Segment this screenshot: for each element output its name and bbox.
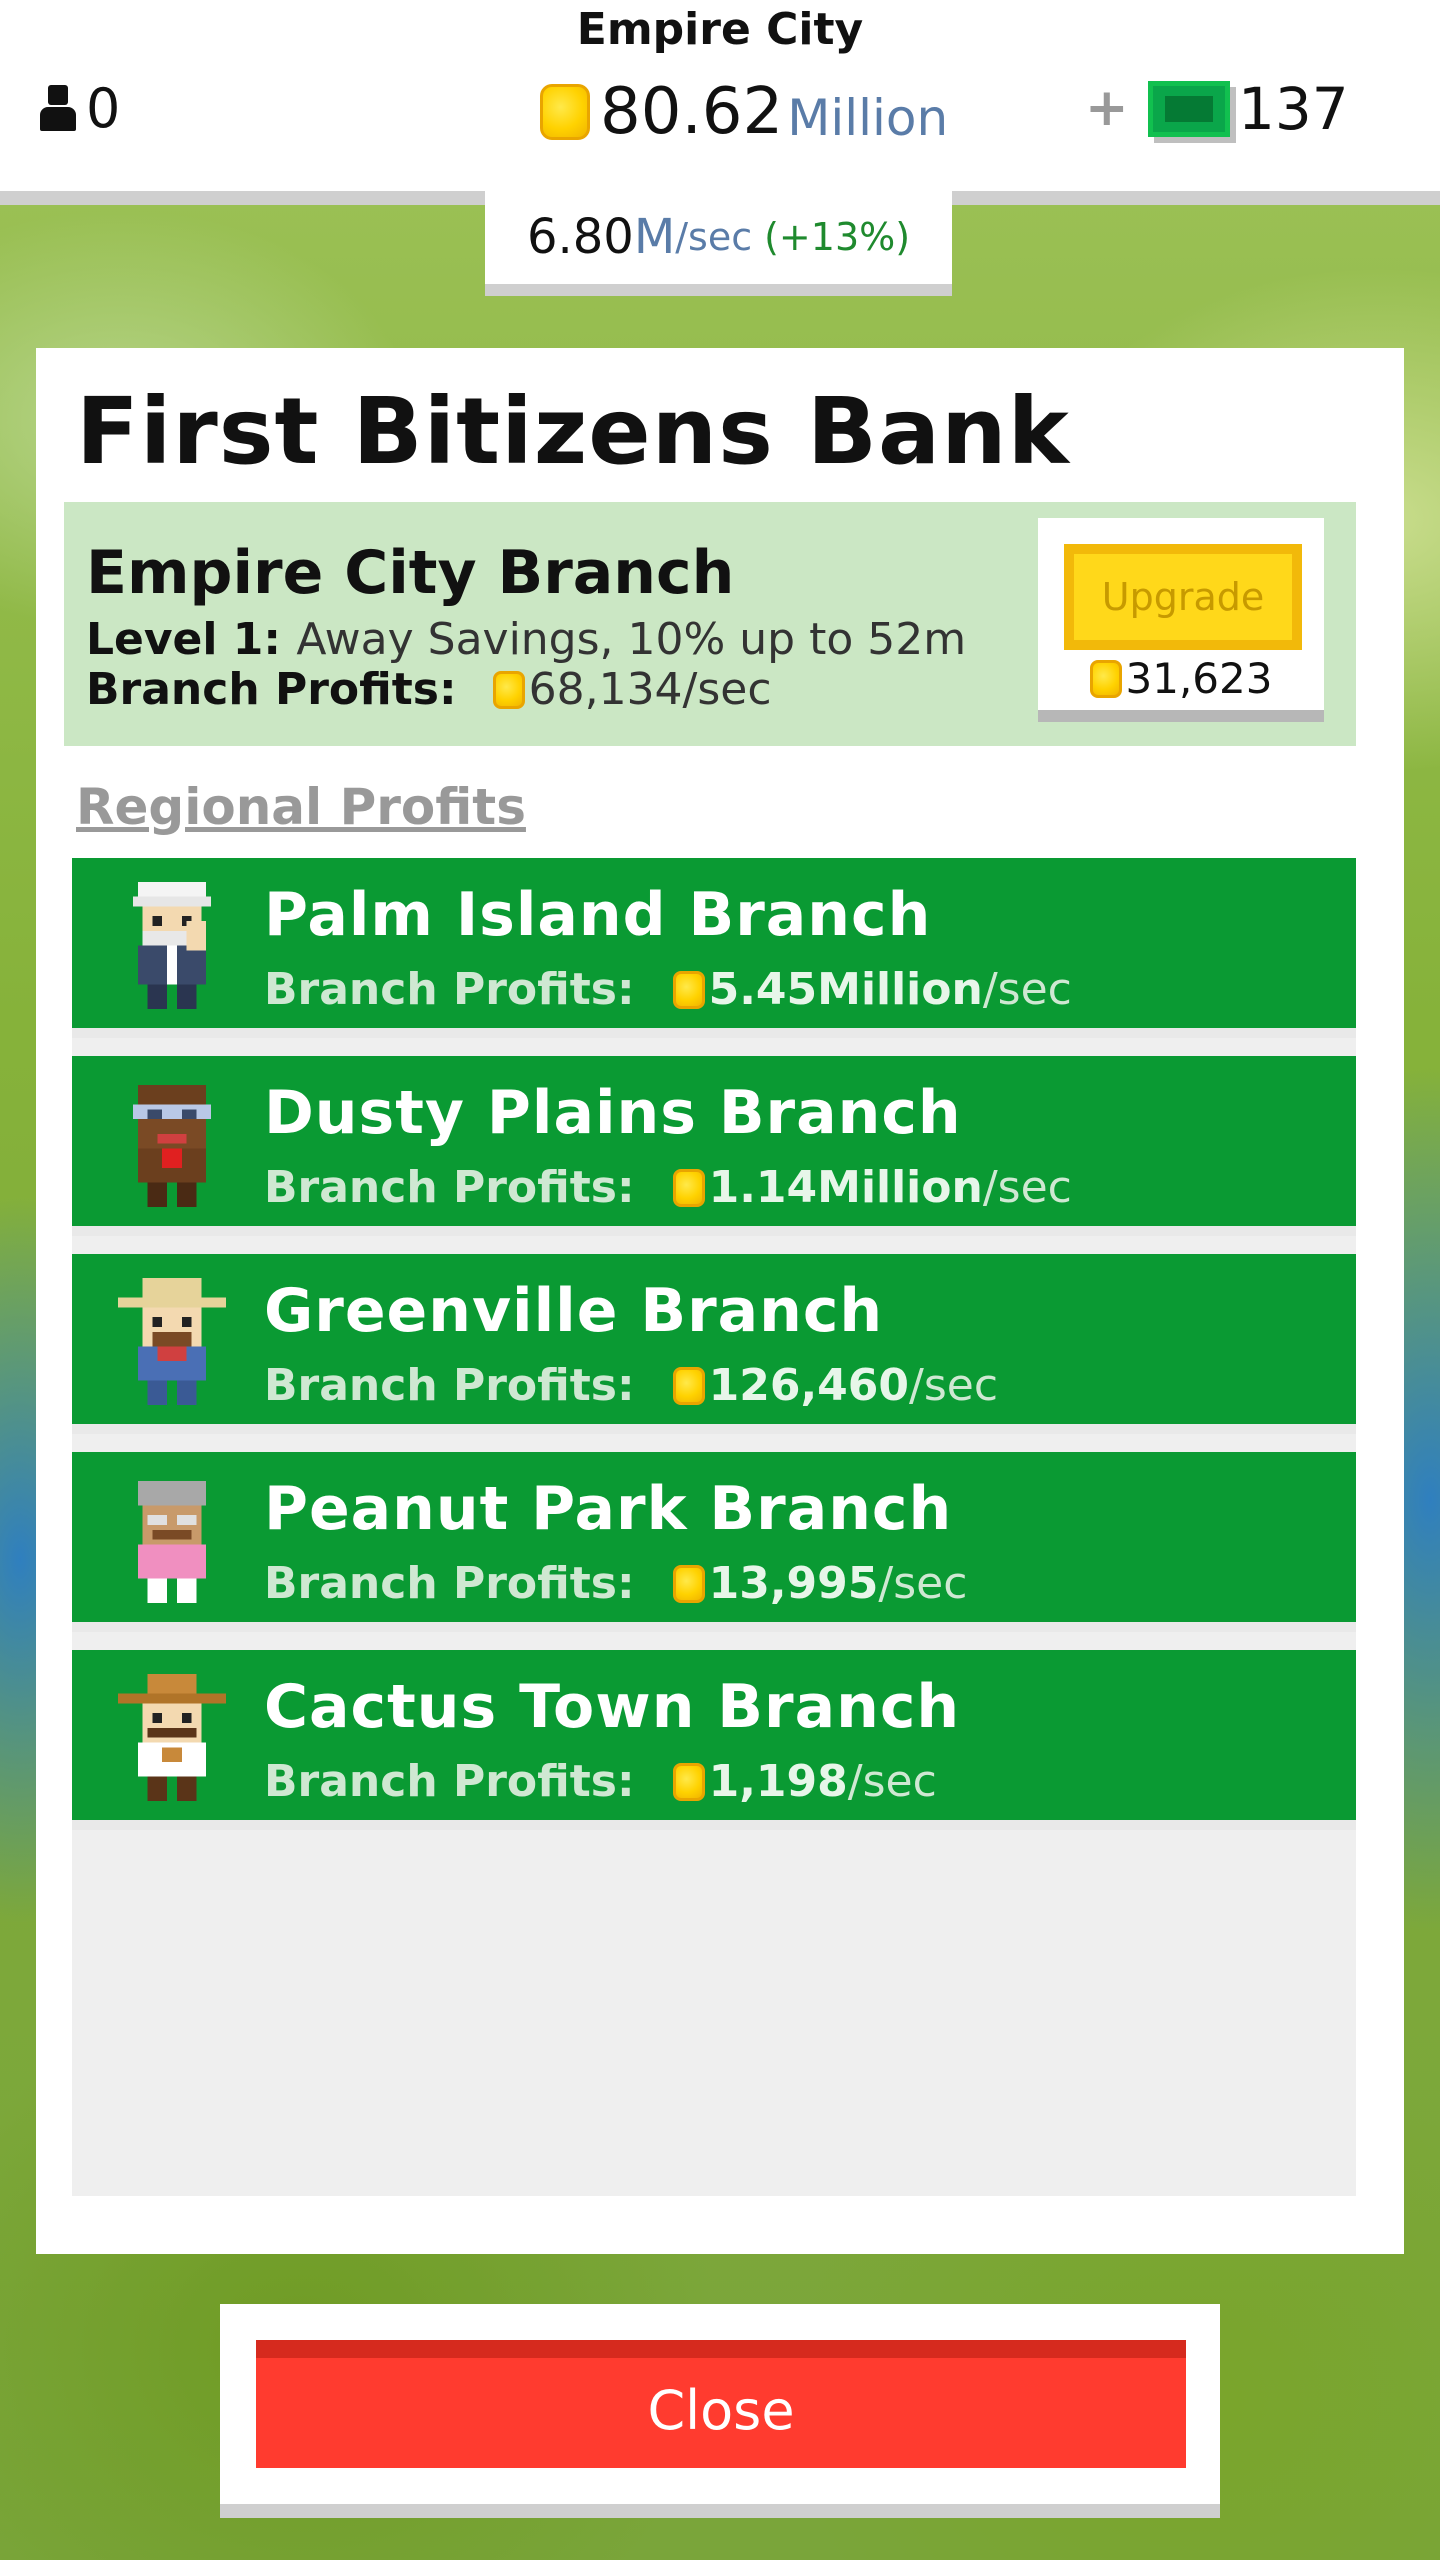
- region-name: Dusty Plains Branch: [264, 1078, 962, 1148]
- coin-icon: [672, 1366, 705, 1405]
- rate-per: /sec: [675, 215, 753, 259]
- region-profits-unit: /sec: [982, 964, 1072, 1015]
- farmer-avatar-icon: [118, 1278, 226, 1406]
- rate-bonus: (+13%): [764, 215, 911, 259]
- region-profits-amount: 5.45Million /sec: [672, 964, 1072, 1015]
- region-profits-value: 13,995: [708, 1558, 879, 1609]
- region-profits-label: Branch Profits:: [264, 1558, 635, 1609]
- region-profits: Branch Profits: 13,995 /sec: [264, 1558, 967, 1609]
- region-profits-unit: /sec: [847, 1756, 937, 1807]
- money-unit: Million: [787, 89, 949, 147]
- region-row-dusty-plains[interactable]: Dusty Plains Branch Branch Profits: 1.14…: [72, 1056, 1356, 1236]
- upgrade-box: Upgrade 31,623: [1038, 518, 1324, 722]
- upgrade-button[interactable]: Upgrade: [1064, 544, 1302, 650]
- bux-icon: [1148, 81, 1230, 137]
- regional-profits-link[interactable]: Regional Profits: [76, 778, 526, 836]
- region-name: Cactus Town Branch: [264, 1672, 961, 1742]
- region-profits: Branch Profits: 5.45Million /sec: [264, 964, 1072, 1015]
- region-name: Greenville Branch: [264, 1276, 884, 1346]
- region-profits-amount: 1,198 /sec: [672, 1756, 937, 1807]
- region-profits-value: 1,198: [708, 1756, 848, 1807]
- region-profits-unit: /sec: [909, 1360, 999, 1411]
- bux-value: 137: [1238, 75, 1349, 143]
- branch-profits-label: Branch Profits:: [86, 664, 457, 715]
- region-profits-label: Branch Profits:: [264, 1360, 635, 1411]
- branch-level-desc: Away Savings, 10% up to 52m: [296, 614, 967, 665]
- bank-panel: First Bitizens Bank Empire City Branch L…: [36, 348, 1404, 2254]
- region-profits-label: Branch Profits:: [264, 1756, 635, 1807]
- region-profits-unit: /sec: [982, 1162, 1072, 1213]
- region-profits: Branch Profits: 126,460 /sec: [264, 1360, 998, 1411]
- region-profits-label: Branch Profits:: [264, 964, 635, 1015]
- region-profits-amount: 126,460 /sec: [672, 1360, 999, 1411]
- region-profits: Branch Profits: 1,198 /sec: [264, 1756, 937, 1807]
- page-title: First Bitizens Bank: [76, 378, 1070, 485]
- granny-avatar-icon: [137, 1480, 207, 1604]
- add-bux-button[interactable]: +: [1085, 78, 1129, 138]
- region-row-cactus-town[interactable]: Cactus Town Branch Branch Profits: 1,198…: [72, 1650, 1356, 1830]
- branch-level-label: Level 1:: [86, 614, 282, 665]
- coin-icon: [492, 670, 525, 709]
- coin-icon: [1089, 659, 1122, 698]
- branch-profits-amount: 68,134/sec: [492, 664, 772, 715]
- coin-icon: [672, 1168, 705, 1207]
- regional-list: Palm Island Branch Branch Profits: 5.45M…: [72, 858, 1356, 2196]
- rate-value: 6.80: [526, 209, 634, 265]
- top-hud: Empire City 0 80.62 Million + 137: [0, 0, 1440, 205]
- coin-icon: [672, 1564, 705, 1603]
- person-icon: [38, 85, 78, 131]
- population-counter[interactable]: 0: [38, 76, 121, 140]
- banker-avatar-icon: [132, 882, 212, 1010]
- income-rate-tab: 6.80 M /sec (+13%): [485, 190, 952, 296]
- region-row-peanut-park[interactable]: Peanut Park Branch Branch Profits: 13,99…: [72, 1452, 1356, 1632]
- region-row-greenville[interactable]: Greenville Branch Branch Profits: 126,46…: [72, 1254, 1356, 1434]
- cowboy-avatar-icon: [118, 1674, 226, 1802]
- close-button[interactable]: Close: [256, 2340, 1186, 2468]
- upgrade-cost: 31,623: [1038, 654, 1324, 703]
- region-profits-amount: 13,995 /sec: [672, 1558, 968, 1609]
- branch-level: Level 1: Away Savings, 10% up to 52m: [86, 614, 966, 665]
- coin-icon: [672, 1762, 705, 1801]
- region-row-palm-island[interactable]: Palm Island Branch Branch Profits: 5.45M…: [72, 858, 1356, 1038]
- city-name: Empire City: [576, 4, 864, 55]
- coin-icon: [672, 970, 705, 1009]
- money-counter: 80.62 Million: [540, 72, 948, 152]
- branch-profits: Branch Profits: 68,134/sec: [86, 664, 772, 715]
- region-profits-unit: /sec: [878, 1558, 968, 1609]
- branch-profits-value: 68,134/sec: [528, 664, 772, 715]
- upgrade-cost-value: 31,623: [1125, 654, 1273, 703]
- region-profits-value: 5.45Million: [708, 964, 983, 1015]
- current-branch-card: Empire City Branch Level 1: Away Savings…: [64, 502, 1356, 746]
- region-profits-value: 126,460: [708, 1360, 909, 1411]
- banker-avatar-icon: [132, 1084, 212, 1208]
- money-value: 80.62: [600, 75, 784, 149]
- close-bar: Close: [220, 2304, 1220, 2518]
- region-profits-amount: 1.14Million /sec: [672, 1162, 1072, 1213]
- bux-counter[interactable]: 137: [1148, 74, 1349, 144]
- coin-icon: [540, 84, 590, 140]
- rate-unit: M: [633, 209, 676, 265]
- population-value: 0: [86, 76, 121, 140]
- region-profits-value: 1.14Million: [708, 1162, 983, 1213]
- region-name: Peanut Park Branch: [264, 1474, 953, 1544]
- region-profits-label: Branch Profits:: [264, 1162, 635, 1213]
- region-profits: Branch Profits: 1.14Million /sec: [264, 1162, 1072, 1213]
- branch-name: Empire City Branch: [86, 538, 735, 608]
- region-name: Palm Island Branch: [264, 880, 932, 950]
